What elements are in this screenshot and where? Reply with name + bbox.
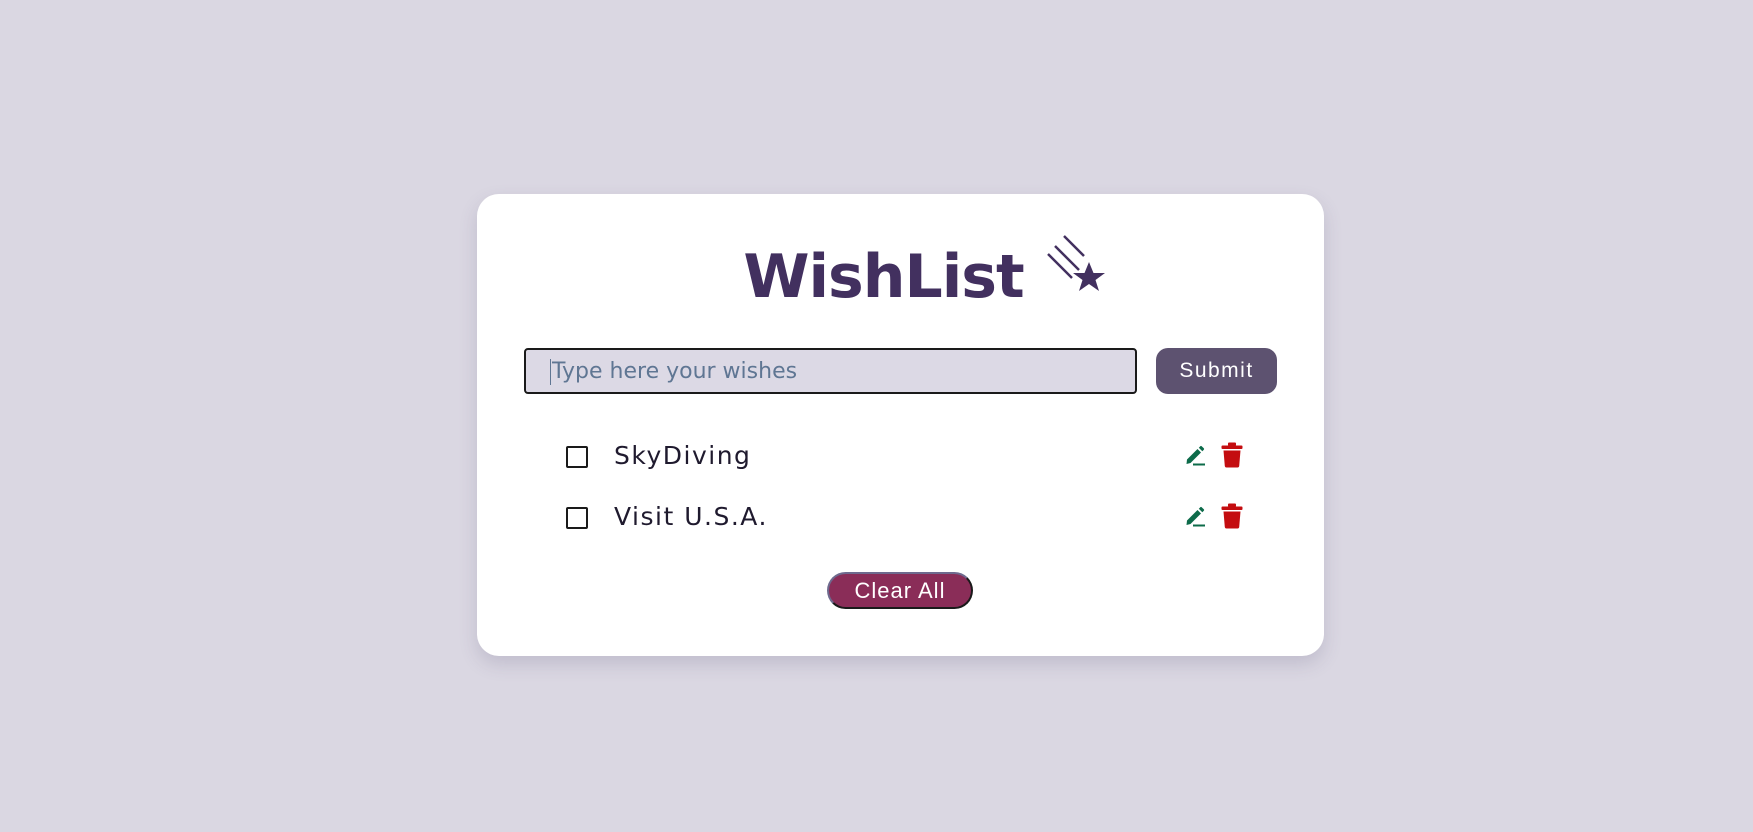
edit-pencil-icon[interactable]	[1184, 505, 1206, 527]
text-caret	[550, 359, 551, 385]
title-row: WishList	[477, 235, 1324, 312]
wish-list: SkyDiving Visit U.S.A.	[566, 434, 1256, 556]
list-item: SkyDiving	[566, 434, 1256, 495]
clear-all-button[interactable]: Clear All	[827, 572, 973, 609]
wish-input[interactable]	[524, 348, 1137, 394]
wish-checkbox[interactable]	[566, 446, 588, 468]
wishlist-card: WishList Submit SkyDiving	[477, 194, 1324, 656]
page-title: WishList	[743, 242, 1024, 312]
edit-pencil-icon[interactable]	[1184, 444, 1206, 466]
trash-icon[interactable]	[1221, 503, 1243, 529]
shooting-star-icon	[1046, 235, 1105, 291]
submit-button[interactable]: Submit	[1156, 348, 1277, 394]
list-item: Visit U.S.A.	[566, 495, 1256, 556]
wish-label: Visit U.S.A.	[614, 502, 768, 531]
wish-form: Submit	[524, 348, 1284, 396]
trash-icon[interactable]	[1221, 442, 1243, 468]
wish-checkbox[interactable]	[566, 507, 588, 529]
wish-label: SkyDiving	[614, 441, 752, 470]
